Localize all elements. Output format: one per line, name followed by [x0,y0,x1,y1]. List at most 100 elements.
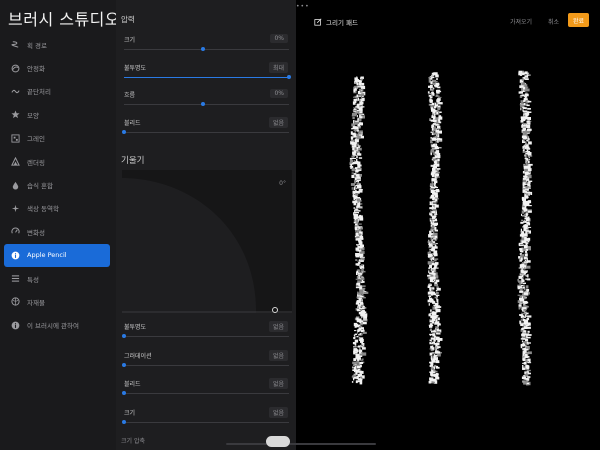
sidebar-item-label: 색상 동역학 [27,205,59,214]
grain-icon [11,134,20,143]
slider-label: 블리드 [124,119,141,127]
materials-icon [11,297,20,307]
slider-knob[interactable] [122,391,126,395]
brush-strokes [349,70,533,386]
settings-panel: 압력 기울기 0° 크기 압축 크기 0% 불투명도 최대 흐름 0% 블리드 없음 불투명도 없… [116,0,296,450]
slider-label: 블리드 [124,381,141,388]
slider-knob[interactable] [122,362,126,367]
sidebar-item-label: 안정화 [27,65,45,74]
slider-knob[interactable] [201,102,206,106]
sidebar-item-taper[interactable]: 끝단처리 [4,80,110,103]
sidebar-item-grain[interactable]: 그레인 [4,127,110,150]
color-dynamics-icon [11,204,20,213]
sidebar-item-label: Apple Pencil [27,251,67,260]
wet-mix-icon [11,181,20,190]
pressure-slider-3[interactable]: 블리드 없음 [121,116,291,140]
slider-label: 불투명도 [124,324,147,331]
sidebar-item-label: 모양 [27,111,39,120]
slider-value[interactable]: 없음 [268,321,288,332]
sidebar-item-about[interactable]: 이 브러시에 관하여 [4,314,110,337]
tilt-slider-0[interactable]: 불투명도 없음 [121,321,291,344]
slider-track[interactable] [122,334,289,338]
import-button[interactable]: 가져오기 [510,17,532,26]
sidebar-item-properties[interactable]: 특성 [4,267,110,290]
shape-icon [11,110,20,119]
rendering-icon [11,157,20,166]
slider-track[interactable] [122,419,289,424]
draw-pad-button[interactable]: 그리기 패드 [314,17,358,27]
taper-icon [11,87,20,96]
tilt-curve-shape [122,178,292,313]
slider-label: 불투명도 [124,64,147,72]
properties-icon [11,274,20,283]
tilt-slider-2[interactable]: 블리드 없음 [121,378,291,401]
sidebar-item-label: 획 경로 [27,41,48,50]
slider-knob[interactable] [201,47,206,51]
sidebar-item-materials[interactable]: 자재물 [4,290,110,313]
app-title: 브러시 스튜디오 [8,10,121,29]
slider-knob[interactable] [287,74,291,79]
sidebar-item-label: 자재물 [27,298,45,307]
slider-track[interactable] [122,362,289,367]
slider-knob[interactable] [122,419,126,424]
sidebar-item-label: 렌더링 [27,158,45,167]
dynamics-icon [11,227,20,236]
info-icon [11,251,20,260]
slider-value[interactable]: 최대 [268,61,288,73]
sidebar-item-label: 끝단처리 [27,88,51,97]
cancel-button[interactable]: 취소 [548,17,559,26]
slider-label: 흐름 [124,92,136,99]
sidebar-item-label: 그레인 [27,135,45,144]
preview-size-knob[interactable] [266,436,290,447]
tilt-angle-handle[interactable] [272,307,278,313]
brush-stroke-1 [349,76,369,385]
slider-value[interactable]: 없음 [268,406,288,418]
slider-label: 그러데이션 [124,352,152,360]
slider-knob[interactable] [122,129,126,134]
sidebar-item-label: 특성 [27,275,39,284]
stabilization-icon [11,64,20,73]
tilt-slider-1[interactable]: 그러데이션 없음 [121,349,291,373]
sidebar-nav: 획 경로안정화끝단처리모양그레인렌더링습식 혼합색상 동역학변화성 Apple P… [4,33,110,337]
sidebar-item-rendering[interactable]: 렌더링 [4,150,110,173]
tilt-curve-graph[interactable]: 0° [122,170,292,313]
tilt-slider-3[interactable]: 크기 없음 [121,406,291,430]
slider-track[interactable] [124,102,289,106]
stroke-path-icon [11,40,20,49]
slider-label: 크기 [124,409,136,417]
slider-value[interactable]: 없음 [268,349,288,361]
edit-icon [314,18,322,26]
draw-pad-label: 그리기 패드 [326,19,358,27]
slider-track[interactable] [122,129,289,134]
tilt-angle-readout: 0° [279,180,286,187]
pressure-slider-1[interactable]: 불투명도 최대 [121,61,291,85]
pressure-slider-0[interactable]: 크기 0% [121,34,291,57]
sidebar-item-color-dynamics[interactable]: 색상 동역학 [4,197,110,220]
slider-label: 크기 [124,37,136,44]
sidebar-item-label: 이 브러시에 관하여 [27,322,79,331]
sidebar-item-shape[interactable]: 모양 [4,103,110,126]
slider-value[interactable]: 0% [270,34,288,43]
slider-value[interactable]: 없음 [268,116,288,128]
sidebar-item-stroke-path[interactable]: 획 경로 [4,33,110,56]
slider-track[interactable] [124,74,291,79]
done-button[interactable]: 완료 [568,13,589,27]
slider-knob[interactable] [122,334,126,338]
slider-fill [124,76,289,78]
sidebar: 브러시 스튜디오 획 경로안정화끝단처리모양그레인렌더링습식 혼합색상 동역학변… [0,0,120,450]
drawing-pad-canvas[interactable] [296,42,600,450]
size-compression-label: 크기 압축 [121,438,145,445]
sidebar-item-wet-mix[interactable]: 습식 혼합 [4,173,110,196]
sidebar-item-info[interactable]: Apple Pencil [4,243,110,267]
sidebar-item-label: 변화성 [27,228,45,237]
tilt-header: 기울기 [121,156,145,166]
slider-track[interactable] [122,391,289,395]
slider-track[interactable] [124,47,289,51]
brush-stroke-2 [427,72,443,384]
preview-size-track[interactable] [226,443,376,445]
slider-value[interactable]: 없음 [268,378,288,389]
sidebar-item-stabilization[interactable]: 안정화 [4,56,110,79]
sidebar-item-dynamics[interactable]: 변화성 [4,220,110,243]
slider-value[interactable]: 0% [270,89,288,98]
pressure-slider-2[interactable]: 흐름 0% [121,89,291,112]
